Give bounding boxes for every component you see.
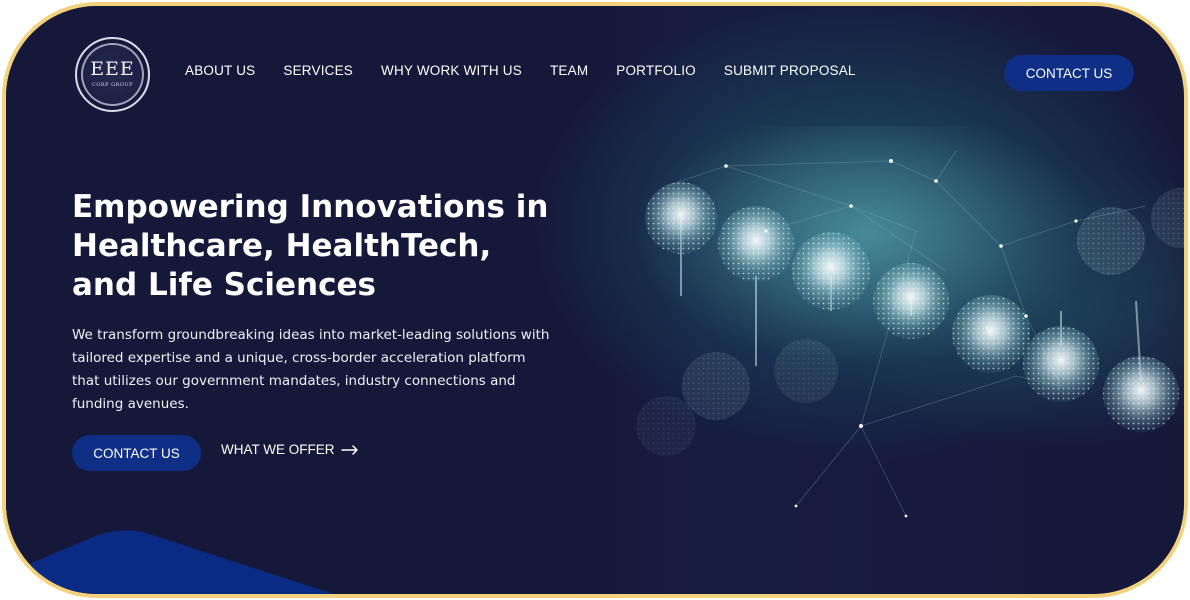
what-we-offer-label: WHAT WE OFFER [221,442,335,457]
logo-main-text: EEE [90,58,135,80]
nav-team[interactable]: TEAM [550,63,588,78]
what-we-offer-link[interactable]: WHAT WE OFFER [221,442,359,457]
company-logo[interactable]: EEE CORP GROUP [75,37,150,112]
nav-why-work-with-us[interactable]: WHY WORK WITH US [381,63,522,78]
headline-line-3: and Life Sciences [72,267,376,303]
nav-about-us[interactable]: ABOUT US [185,63,255,78]
nav-services[interactable]: SERVICES [283,63,353,78]
logo-subtitle: CORP GROUP [91,82,134,88]
main-navigation: ABOUT US SERVICES WHY WORK WITH US TEAM … [185,63,856,78]
headline-line-2: Healthcare, HealthTech, [72,228,492,264]
hero-frame: EEE CORP GROUP ABOUT US SERVICES WHY WOR… [2,2,1188,598]
hero-contact-button[interactable]: CONTACT US [72,435,201,471]
hero-headline: Empowering Innovations in Healthcare, He… [72,188,572,305]
molecule-illustration [636,126,1184,518]
decorative-bottom-shape [6,530,334,594]
header-contact-button[interactable]: CONTACT US [1004,55,1134,91]
hero-description: We transform groundbreaking ideas into m… [72,327,550,412]
nav-submit-proposal[interactable]: SUBMIT PROPOSAL [724,63,856,78]
arrow-right-icon [340,444,358,455]
headline-line-1: Empowering Innovations in [72,189,549,225]
nav-portfolio[interactable]: PORTFOLIO [616,63,696,78]
